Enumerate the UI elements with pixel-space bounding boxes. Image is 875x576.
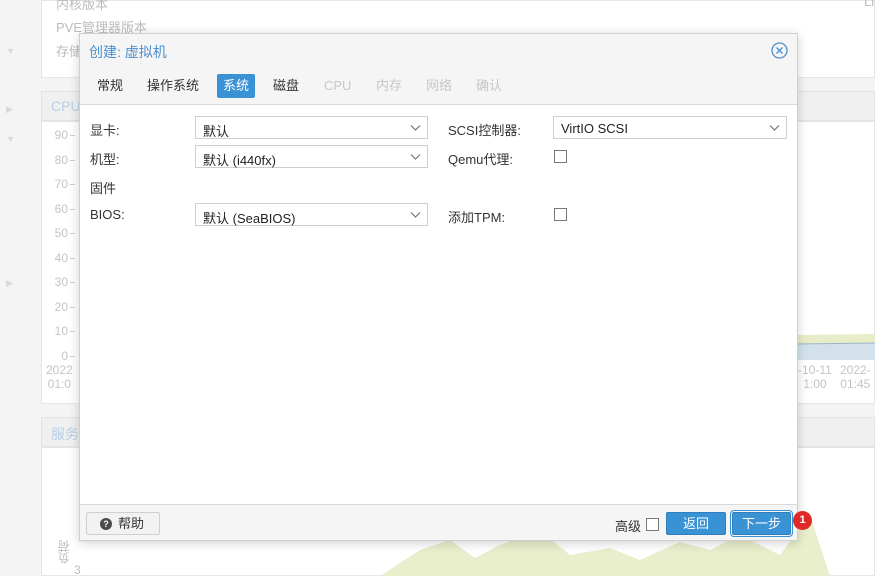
background-y-tick-mark xyxy=(70,257,75,259)
tab-cpu: CPU xyxy=(324,78,352,93)
qemu-agent-checkbox[interactable] xyxy=(554,150,567,163)
question-circle-icon: ? xyxy=(100,518,112,530)
background-y-tick-mark xyxy=(70,331,75,332)
machine-type-label: 机型: xyxy=(90,152,120,167)
background-load-tick: 3 xyxy=(74,563,81,576)
wizard-tabbar: 常规 操作系统 系统 磁盘 CPU 内存 网络 确认 xyxy=(80,74,797,100)
background-y-tick: 50 xyxy=(54,226,68,240)
help-button[interactable]: ? 帮助 xyxy=(86,512,160,535)
tree-collapse-icon: ▼ xyxy=(6,46,15,56)
firmware-heading: 固件 xyxy=(90,181,117,196)
background-y-tick-mark xyxy=(70,282,75,283)
background-y-tick: 40 xyxy=(54,250,68,265)
chevron-down-icon xyxy=(410,125,421,131)
scsi-controller-label: SCSI控制器: xyxy=(448,123,521,138)
tree-expand-icon: ▶ xyxy=(6,278,13,288)
add-tpm-checkbox[interactable] xyxy=(554,208,567,221)
background-y-tick: 60 xyxy=(54,201,68,216)
scsi-controller-select[interactable]: VirtIO SCSI xyxy=(553,116,787,139)
advanced-checkbox[interactable] xyxy=(646,518,659,531)
background-tree-bar: ▼ ▶ ▼ ▶ xyxy=(0,0,30,576)
chevron-down-icon xyxy=(769,125,780,131)
chevron-down-icon xyxy=(410,212,421,218)
qemu-agent-label: Qemu代理: xyxy=(448,152,514,167)
system-settings-panel: 显卡: 默认 机型: 默认 (i440fx) 固件 BIOS: 默认 (SeaB… xyxy=(80,104,797,505)
tree-collapse-icon: ▼ xyxy=(6,134,15,144)
dialog-footer: ? 帮助 高级 返回 下一步 xyxy=(80,507,797,540)
create-vm-dialog: 创建: 虚拟机 常规 操作系统 系统 磁盘 CPU 内存 网络 确认 显卡: 默… xyxy=(79,33,798,541)
tab-confirm: 确认 xyxy=(476,78,503,93)
tab-memory: 内存 xyxy=(376,78,403,93)
machine-type-select[interactable]: 默认 (i440fx) xyxy=(195,145,428,168)
bios-label: BIOS: xyxy=(90,207,125,222)
tab-general[interactable]: 常规 xyxy=(91,74,129,98)
back-button[interactable]: 返回 xyxy=(666,512,726,535)
advanced-label: 高级 xyxy=(615,519,642,534)
background-load-axis-label: 负荷 xyxy=(57,540,71,564)
background-y-tick-mark xyxy=(70,208,75,210)
next-button[interactable]: 下一步 xyxy=(730,510,793,537)
scsi-controller-value: VirtIO SCSI xyxy=(561,121,628,136)
add-tpm-label: 添加TPM: xyxy=(448,210,506,225)
graphics-card-label: 显卡: xyxy=(90,123,120,138)
background-x-tick: 2022 01:0 xyxy=(46,363,73,391)
graphics-card-select[interactable]: 默认 xyxy=(195,116,428,139)
graphics-card-value: 默认 xyxy=(203,124,230,139)
background-y-tick: 70 xyxy=(54,177,68,191)
background-y-tick-mark xyxy=(70,355,75,357)
background-cpu-panel-title: CPU xyxy=(51,98,81,114)
background-y-tick: 80 xyxy=(54,152,68,167)
background-y-tick: 10 xyxy=(54,324,68,338)
background-y-tick-mark xyxy=(70,184,75,185)
tab-os[interactable]: 操作系统 xyxy=(141,74,205,98)
background-y-tick: 90 xyxy=(54,128,68,142)
background-y-tick-mark xyxy=(70,233,75,234)
tab-network: 网络 xyxy=(426,78,453,93)
close-icon[interactable] xyxy=(771,42,788,59)
background-service-panel-title: 服务 xyxy=(51,426,79,442)
background-y-tick-mark xyxy=(70,159,75,161)
chevron-down-icon xyxy=(410,154,421,160)
tab-system[interactable]: 系统 xyxy=(217,74,256,98)
background-info-row: 内核版本 xyxy=(56,0,109,12)
background-cpu-area xyxy=(796,334,875,360)
background-y-tick: 0 xyxy=(61,348,68,363)
bios-value: 默认 (SeaBIOS) xyxy=(203,211,296,226)
machine-type-value: 默认 (i440fx) xyxy=(203,153,276,168)
dialog-title: 创建: 虚拟机 xyxy=(89,44,167,60)
background-info-value: Li xyxy=(864,0,875,9)
help-button-label: 帮助 xyxy=(118,516,145,531)
tree-expand-icon: ▶ xyxy=(6,104,13,114)
background-x-tick: -10-11 1:00 xyxy=(798,363,832,391)
annotation-marker: 1 xyxy=(793,511,812,530)
background-y-tick: 30 xyxy=(54,275,68,289)
bios-select[interactable]: 默认 (SeaBIOS) xyxy=(195,203,428,226)
background-y-tick: 20 xyxy=(54,299,68,314)
background-y-tick-mark xyxy=(70,306,75,308)
dialog-header: 创建: 虚拟机 xyxy=(80,34,797,68)
background-y-tick-mark xyxy=(70,135,75,136)
background-x-tick: 2022- 01:45 xyxy=(840,363,871,391)
tab-disk[interactable]: 磁盘 xyxy=(267,74,305,98)
